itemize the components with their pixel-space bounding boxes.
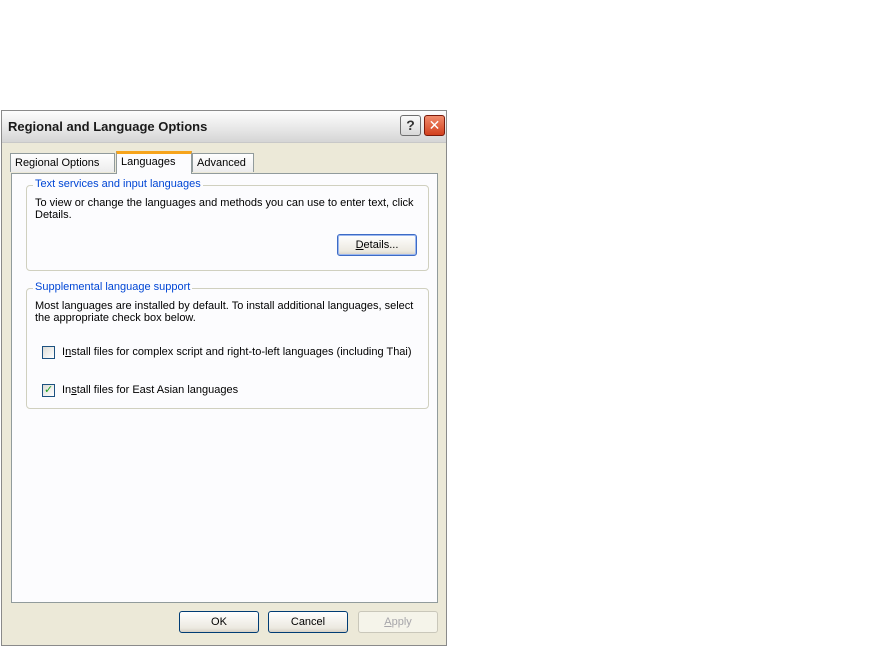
regional-language-options-dialog: Regional and Language Options ? ✕ Region… xyxy=(1,110,447,646)
tab-advanced[interactable]: Advanced xyxy=(192,153,254,172)
window-title: Regional and Language Options xyxy=(8,119,208,134)
tab-languages[interactable]: Languages xyxy=(116,151,192,174)
tab-panel-languages: Text services and input languages To vie… xyxy=(11,173,438,603)
east-asian-checkbox[interactable]: ✓ xyxy=(42,384,55,397)
cancel-button[interactable]: Cancel xyxy=(268,611,348,633)
details-button[interactable]: Details... xyxy=(337,234,417,256)
ok-button[interactable]: OK xyxy=(179,611,259,633)
text-services-legend: Text services and input languages xyxy=(33,178,203,190)
text-services-group: Text services and input languages To vie… xyxy=(26,178,429,271)
title-bar[interactable]: Regional and Language Options ? ✕ xyxy=(2,111,446,143)
details-label: etails... xyxy=(363,239,399,251)
supplemental-legend: Supplemental language support xyxy=(33,281,193,293)
complex-script-checkbox[interactable] xyxy=(42,346,55,359)
details-mnemonic: D xyxy=(355,239,364,251)
tab-regional-options[interactable]: Regional Options xyxy=(10,153,115,172)
apply-label: pply xyxy=(391,616,412,628)
east-asian-label: Install files for East Asian languages xyxy=(62,384,239,396)
text-services-description: To view or change the languages and meth… xyxy=(35,197,414,221)
supplemental-language-group: Supplemental language support Most langu… xyxy=(26,281,429,409)
checkmark-icon: ✓ xyxy=(44,384,54,396)
help-icon[interactable]: ? xyxy=(400,115,421,136)
complex-script-label: Install files for complex script and rig… xyxy=(62,346,412,358)
supplemental-description: Most languages are installed by default.… xyxy=(35,300,414,324)
apply-button[interactable]: Apply xyxy=(358,611,438,633)
close-icon[interactable]: ✕ xyxy=(424,115,445,136)
apply-mnemonic: A xyxy=(384,616,392,628)
